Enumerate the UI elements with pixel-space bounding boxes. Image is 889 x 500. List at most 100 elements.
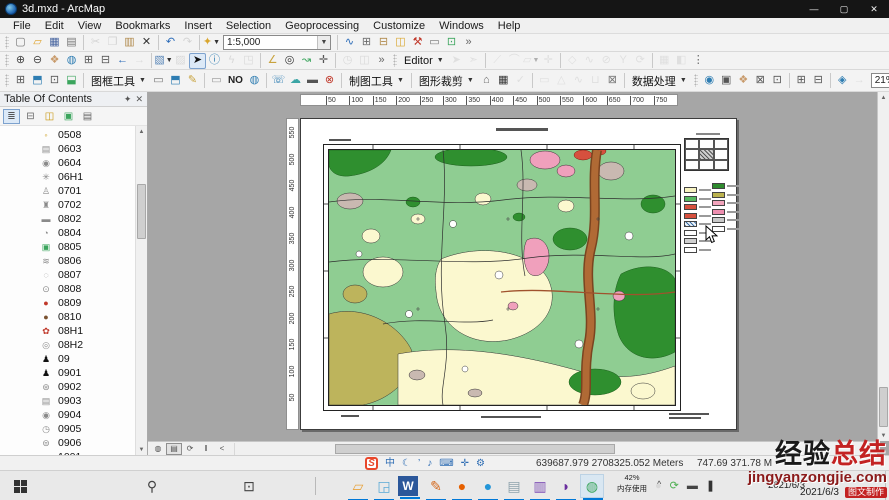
fixed-zoom-out-icon[interactable]: ⊟ [97, 53, 114, 69]
identify-icon[interactable]: ⓘ [206, 53, 223, 69]
menu-item-windows[interactable]: Windows [432, 20, 491, 32]
page-zoom-combo[interactable]: 21%▼ [871, 73, 889, 88]
layer-item-0802[interactable]: ▬0802 [0, 212, 135, 226]
scrollbar-thumb[interactable] [335, 444, 615, 454]
toolbar-grip[interactable] [393, 54, 397, 67]
toolbar-grip[interactable] [5, 54, 9, 67]
edit-tool-icon[interactable]: ➤ [448, 53, 465, 69]
tray-phone-icon[interactable]: ❚ [706, 479, 715, 492]
reshape-feature-icon[interactable]: ∿ [581, 53, 598, 69]
measure-icon[interactable]: ∠ [264, 53, 281, 69]
forward-page-extent-icon[interactable]: → [851, 73, 868, 89]
toolbar-grip[interactable] [5, 74, 9, 87]
layer-item-0903[interactable]: ▤0903 [0, 394, 135, 408]
editor-toolbar-icon[interactable]: ∿ [341, 35, 358, 51]
save-dark-icon[interactable]: ▦ [495, 73, 512, 89]
copy-icon[interactable]: ❐ [104, 35, 121, 51]
overflow-chevron-icon[interactable]: ⋮ [690, 53, 707, 69]
paste-icon[interactable]: ▥ [121, 35, 138, 51]
select-elements-icon[interactable]: ➤ [189, 53, 206, 69]
tray-360-update-icon[interactable]: ⟳ [670, 479, 679, 492]
menu-item-customize[interactable]: Customize [366, 20, 432, 32]
layer-item-0603[interactable]: ▤0603 [0, 142, 135, 156]
full-extent-icon[interactable]: ◍ [63, 53, 80, 69]
layer-item-0808[interactable]: ⊙0808 [0, 282, 135, 296]
back-extent-button[interactable]: < [214, 443, 230, 455]
back-page-extent-icon[interactable]: ◈ [834, 73, 851, 89]
memory-usage-ball[interactable]: 42% 内存使用 [610, 473, 654, 494]
globe-blue-icon[interactable]: ◍ [246, 73, 263, 89]
go-back-extent-icon[interactable]: ← [114, 53, 131, 69]
monitor-green-icon[interactable]: ⬓ [63, 73, 80, 89]
mapping-tools-dropdown[interactable]: 制图工具▼ [345, 73, 408, 89]
table-icon[interactable]: ⊞ [358, 35, 375, 51]
layer-item-06H1[interactable]: ✳06H1 [0, 170, 135, 184]
layer-item-0805[interactable]: ▣0805 [0, 240, 135, 254]
clear-selection-icon[interactable]: ▨ [172, 53, 189, 69]
minimize-button[interactable]: — [799, 0, 829, 18]
menu-item-edit[interactable]: Edit [38, 20, 71, 32]
html-popup-icon[interactable]: ◳ [240, 53, 257, 69]
layer-item-0905[interactable]: ◷0905 [0, 422, 135, 436]
layer-item-0702[interactable]: ♜0702 [0, 198, 135, 212]
layout-view-button[interactable]: ▤ [166, 443, 182, 455]
layer-item-08H2[interactable]: ◎08H2 [0, 338, 135, 352]
save-icon[interactable]: ▦ [46, 35, 63, 51]
paint-app[interactable]: ✎ [424, 474, 448, 498]
split-icon[interactable]: Y [615, 53, 632, 69]
point-tool-icon[interactable]: ✛ [540, 53, 557, 69]
layer-item-0809[interactable]: ●0809 [0, 296, 135, 310]
viewer-window-icon[interactable]: ◫ [356, 53, 373, 69]
toolbox-icon[interactable]: ✛ [461, 459, 469, 469]
scroll-down-icon[interactable]: ▼ [136, 444, 147, 455]
fixed-zoom-in-icon[interactable]: ⊞ [80, 53, 97, 69]
scroll-up-icon[interactable]: ▲ [878, 92, 889, 103]
punctuation-icon[interactable]: ’ [418, 459, 420, 469]
overflow-chevron-icon[interactable]: » [460, 35, 477, 51]
maximize-button[interactable]: ▢ [829, 0, 859, 18]
straight-segment-icon[interactable]: ⟋ [489, 53, 506, 69]
stop-error-icon[interactable]: ⊗ [321, 73, 338, 89]
rect-select-icon[interactable]: ▭ [536, 73, 553, 89]
menu-item-geoprocessing[interactable]: Geoprocessing [278, 20, 366, 32]
toc-options-icon[interactable]: ▤ [79, 109, 96, 124]
undo-icon[interactable]: ↶ [162, 35, 179, 51]
data-processing-dropdown[interactable]: 数据处理▼ [628, 73, 691, 89]
pan-icon[interactable]: ❖ [46, 53, 63, 69]
blank-rect-icon[interactable]: ▭ [208, 73, 225, 89]
layer-item-08H1[interactable]: ✿08H1 [0, 324, 135, 338]
notepad-app[interactable]: ▤ [502, 474, 526, 498]
close-icon[interactable]: ✕ [135, 94, 143, 105]
layer-item-0906[interactable]: ⊜0906 [0, 436, 135, 450]
tray-white-ball-icon[interactable]: ● [655, 480, 662, 492]
chinese-mode-icon[interactable]: 中 [385, 459, 395, 469]
chevron-down-icon[interactable]: ▼ [317, 36, 330, 49]
layer-item-0508[interactable]: ◦0508 [0, 128, 135, 142]
grid-frame-alt-icon[interactable]: ⊡ [46, 73, 63, 89]
overflow-chevron-icon[interactable]: » [373, 53, 390, 69]
endpoint-arc-icon[interactable]: ⌒ [506, 53, 523, 69]
map-layout-page[interactable] [300, 118, 737, 430]
clip-tools-dropdown[interactable]: 图形裁剪▼ [415, 73, 478, 89]
delete-icon[interactable]: ✕ [138, 35, 155, 51]
cloud-icon[interactable]: ☁ [287, 73, 304, 89]
find-route-icon[interactable]: ↝ [298, 53, 315, 69]
pause-drawing-button[interactable]: ‖ [198, 443, 214, 455]
layer-item-09[interactable]: ♟09 [0, 352, 135, 366]
taskbar-clock[interactable]: 2021/6/3 [768, 480, 805, 491]
catalog-window-icon[interactable]: ◫ [392, 35, 409, 51]
layer-item-0901[interactable]: ♟0901 [0, 366, 135, 380]
hyperlink-icon[interactable]: ϟ [223, 53, 240, 69]
edit-annotation-icon[interactable]: ➣ [465, 53, 482, 69]
check-icon[interactable]: ✓ [512, 73, 529, 89]
show-desktop-button[interactable] [885, 471, 889, 500]
menu-item-bookmarks[interactable]: Bookmarks [108, 20, 177, 32]
map-scale-combo[interactable]: 1:5,000▼ [223, 35, 331, 50]
display-icon[interactable]: ⬒ [167, 73, 184, 89]
layer-item-0701[interactable]: ♙0701 [0, 184, 135, 198]
scroll-up-icon[interactable]: ▲ [136, 126, 147, 137]
redo-icon[interactable]: ↷ [179, 35, 196, 51]
zoom-100-icon[interactable]: ▣ [718, 73, 735, 89]
attribute-table-icon[interactable]: ⊟ [375, 35, 392, 51]
menu-item-help[interactable]: Help [491, 20, 528, 32]
